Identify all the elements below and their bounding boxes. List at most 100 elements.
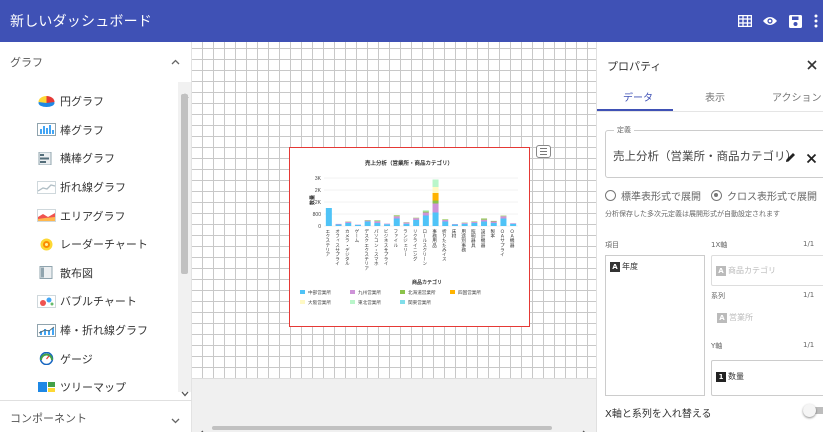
scroll-thumb[interactable]: [181, 94, 188, 274]
chart-item-radar[interactable]: レーダーチャート: [0, 230, 192, 259]
dashboard-title[interactable]: 新しいダッシュボード: [10, 11, 152, 31]
chart-bar: [345, 223, 352, 226]
legend-swatch: [400, 300, 405, 304]
eye-icon[interactable]: [759, 10, 781, 32]
chevron-down-icon[interactable]: [171, 414, 180, 427]
scroll-left-arrow-icon[interactable]: [198, 423, 204, 432]
horizontal-bar-chart-icon: [37, 151, 56, 165]
legend-label: 大阪営業所: [308, 299, 331, 306]
swap-axes-label: X軸と系列を入れ替える: [605, 409, 712, 420]
chart-item-label: バブルチャート: [60, 295, 137, 309]
chart-item-area[interactable]: エリアグラフ: [0, 201, 192, 230]
chart-item-horizontal-bar[interactable]: 横棒グラフ: [0, 144, 192, 173]
x-axis-drop-zone[interactable]: A 商品カテゴリ: [711, 255, 823, 286]
field-chip-year[interactable]: A 年度: [610, 261, 638, 272]
chevron-up-icon[interactable]: [171, 55, 180, 68]
graph-section-label: グラフ: [10, 56, 43, 69]
chart-bar: [471, 221, 478, 223]
definition-field[interactable]: 定義 売上分析（営業所・商品カテゴリ）: [605, 125, 823, 178]
y-axis-drop-zone[interactable]: 1 数量: [711, 360, 823, 396]
chart-bar: [374, 223, 381, 226]
legend-label: 北海道営業所: [408, 289, 436, 296]
scatter-chart-icon: [37, 266, 56, 280]
scroll-right-arrow-icon[interactable]: [582, 423, 588, 432]
chart-bar: [422, 215, 429, 226]
legend-label: 四国営業所: [458, 289, 481, 296]
tab-action[interactable]: アクション: [772, 80, 822, 112]
field-chip-product-category[interactable]: A 商品カテゴリ: [716, 265, 776, 276]
field-chip-quantity[interactable]: 1 数量: [716, 371, 744, 382]
x-tick-label: ロールスクリーン: [422, 229, 427, 266]
clear-icon[interactable]: [806, 149, 820, 164]
widget-menu-icon[interactable]: [536, 145, 551, 158]
horizontal-scroll-thumb[interactable]: [212, 426, 552, 430]
close-icon[interactable]: [807, 55, 821, 70]
chart-bar: [461, 222, 468, 224]
x-tick-label: ビジネスサプライ: [383, 228, 388, 266]
chart-bar: [364, 220, 371, 222]
chart-item-scatter[interactable]: 散布図: [0, 259, 192, 288]
legend-label: 中部営業所: [308, 289, 331, 296]
y-axis-page-indicator: 1/1: [803, 341, 815, 349]
legend-swatch: [400, 290, 405, 294]
y-tick-label: 2K: [315, 188, 322, 194]
gauge-icon: [37, 352, 56, 366]
chart-item-line[interactable]: 折れ線グラフ: [0, 173, 192, 202]
chart-bar: [471, 223, 478, 226]
chart-xlabel: 商品カテゴリ: [412, 279, 442, 286]
bar-line-chart-icon: [37, 323, 56, 337]
grid-icon[interactable]: [734, 10, 756, 32]
canvas-horizontal-scrollbar[interactable]: [192, 423, 596, 432]
legend-swatch: [350, 300, 355, 304]
chart-bar: [500, 216, 507, 219]
swap-axes-toggle[interactable]: [803, 404, 823, 417]
component-section-header[interactable]: コンポーネント: [0, 404, 192, 432]
chart-bar: [490, 220, 497, 222]
legend-label: 東北営業所: [358, 299, 381, 306]
tab-display[interactable]: 表示: [705, 80, 725, 112]
save-icon[interactable]: [784, 10, 806, 32]
x-tick-label: デスクエクステリア: [364, 228, 369, 271]
x-tick-label: ランジェリー: [402, 229, 407, 257]
chart-item-bubble[interactable]: バブルチャート: [0, 287, 192, 316]
x-tick-label: ゲーム: [354, 228, 359, 243]
chart-type-list: 円グラフ 棒グラフ 横棒グラフ 折れ線グラフ エリアグラフ レーダーチャート 散…: [0, 82, 192, 392]
chart-bar: [432, 187, 439, 193]
field-chip-label: 営業所: [729, 313, 753, 322]
available-fields-box[interactable]: A 年度: [605, 255, 705, 396]
chart-item-bar-line[interactable]: 棒・折れ線グラフ: [0, 316, 192, 345]
y-tick-label: 2K: [315, 200, 322, 206]
scroll-down-arrow-icon[interactable]: [181, 382, 189, 397]
scroll-up-arrow-icon[interactable]: [181, 84, 189, 99]
definition-legend: 定義: [614, 125, 634, 135]
more-vert-icon[interactable]: [809, 10, 823, 32]
edit-pencil-icon[interactable]: [784, 149, 798, 163]
tab-data[interactable]: データ: [623, 80, 653, 112]
graph-section-header[interactable]: グラフ: [0, 42, 192, 82]
chart-item-label: 散布図: [60, 266, 93, 280]
chart-item-label: 棒・折れ線グラフ: [60, 324, 148, 338]
chart-item-treemap[interactable]: ツリーマップ: [0, 373, 192, 392]
radar-chart-icon: [37, 238, 56, 251]
chart-item-bar[interactable]: 棒グラフ: [0, 116, 192, 145]
chart-bar: [510, 223, 517, 226]
radio-cross[interactable]: [711, 189, 722, 201]
chart-bar: [354, 224, 361, 226]
chart-item-gauge[interactable]: ゲージ: [0, 344, 192, 373]
chart-list-scrollbar[interactable]: [178, 82, 191, 397]
chart-widget[interactable]: 売上分析（営業所・商品カテゴリ） 数量 商品カテゴリ 3K 2K 2K 800 0 エク…: [289, 147, 530, 327]
legend-swatch: [300, 290, 305, 294]
chart-bar: [413, 218, 420, 220]
field-chip-branch[interactable]: A 営業所: [717, 312, 753, 323]
chart-bar: [335, 224, 342, 226]
radio-standard[interactable]: [605, 189, 616, 201]
chart-item-label: エリアグラフ: [60, 209, 126, 223]
dashboard-canvas[interactable]: 売上分析（営業所・商品カテゴリ） 数量 商品カテゴリ 3K 2K 2K 800 0 エク…: [192, 42, 596, 432]
chart-bar: [442, 220, 449, 222]
x-tick-label: 事務用品: [432, 228, 437, 249]
chart-item-label: 棒グラフ: [60, 123, 104, 137]
chart-bar: [403, 223, 410, 226]
bubble-chart-icon: [37, 294, 56, 308]
chart-item-pie[interactable]: 円グラフ: [0, 87, 192, 116]
x-tick-label: ファイル: [393, 229, 398, 248]
